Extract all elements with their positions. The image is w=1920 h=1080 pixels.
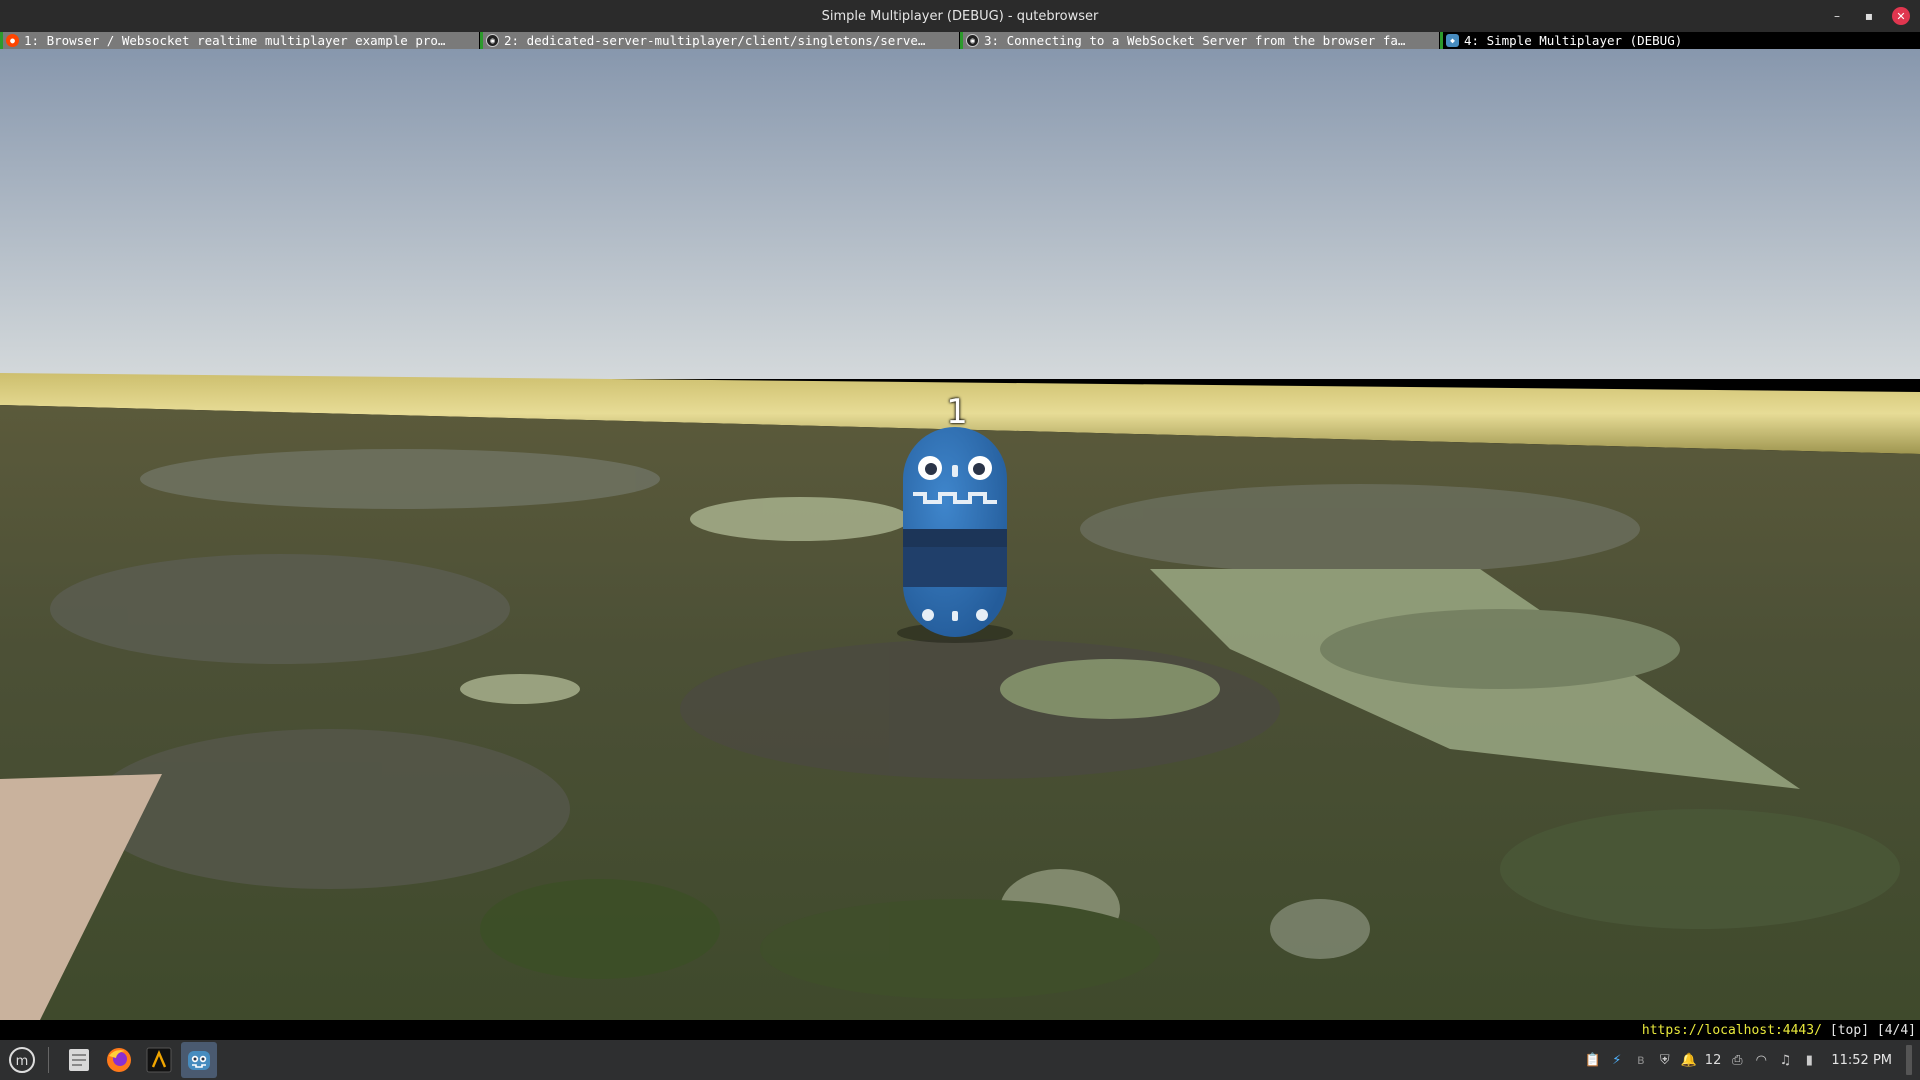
- tab-label: 4: Simple Multiplayer (DEBUG): [1464, 33, 1683, 48]
- wifi-icon[interactable]: ◠: [1753, 1052, 1769, 1068]
- shield-icon[interactable]: ⛨: [1657, 1052, 1673, 1068]
- godot-icon: ◆: [1446, 34, 1459, 47]
- reddit-icon: ●: [6, 34, 19, 47]
- game-viewport[interactable]: 1: [0, 49, 1920, 1020]
- tab-label: 1: Browser / Websocket realtime multipla…: [24, 33, 446, 48]
- menu-icon[interactable]: m: [4, 1042, 40, 1078]
- update-icon[interactable]: ⚡: [1609, 1052, 1625, 1068]
- minimize-button[interactable]: –: [1828, 7, 1846, 25]
- github-icon: ◉: [966, 34, 979, 47]
- firefox-icon[interactable]: [101, 1042, 137, 1078]
- game-scene: [0, 49, 1920, 1020]
- printer-icon[interactable]: ⎙: [1729, 1052, 1745, 1068]
- clock[interactable]: 11:52 PM: [1831, 1053, 1892, 1068]
- player-character: [897, 427, 1013, 643]
- tab-indicator: [480, 32, 483, 49]
- player-name-label: 1: [946, 392, 968, 432]
- status-position: [top] [4/4]: [1829, 1022, 1916, 1038]
- tab-indicator: [1440, 32, 1443, 49]
- system-tray: 📋 ⚡ ʙ ⛨ 🔔 12 ⎙ ◠ ♫ ▮ 11:52 PM: [1585, 1040, 1912, 1080]
- tab-4[interactable]: ◆ 4: Simple Multiplayer (DEBUG): [1440, 32, 1920, 49]
- godot-icon[interactable]: [181, 1042, 217, 1078]
- tab-1[interactable]: ● 1: Browser / Websocket realtime multip…: [0, 32, 480, 49]
- show-desktop-button[interactable]: [1906, 1045, 1912, 1075]
- github-icon: ◉: [486, 34, 499, 47]
- sky: [0, 49, 1920, 379]
- bluetooth-icon[interactable]: ʙ: [1633, 1052, 1649, 1068]
- tab-indicator: [960, 32, 963, 49]
- battery-icon[interactable]: ▮: [1801, 1052, 1817, 1068]
- taskbar: m 📋 ⚡ ʙ ⛨ 🔔 12 ⎙ ◠ ♫ ▮ 11:52 PM: [0, 1040, 1920, 1080]
- terminal-icon[interactable]: [141, 1042, 177, 1078]
- close-button[interactable]: ✕: [1892, 7, 1910, 25]
- window-title: Simple Multiplayer (DEBUG) - qutebrowser: [821, 8, 1099, 24]
- notification-count: 12: [1704, 1052, 1722, 1068]
- svg-text:m: m: [16, 1054, 29, 1069]
- tab-label: 2: dedicated-server-multiplayer/client/s…: [504, 33, 926, 48]
- window-titlebar: Simple Multiplayer (DEBUG) - qutebrowser…: [0, 0, 1920, 32]
- volume-icon[interactable]: ♫: [1777, 1052, 1793, 1068]
- notification-icon[interactable]: 🔔: [1681, 1052, 1697, 1068]
- tab-2[interactable]: ◉ 2: dedicated-server-multiplayer/client…: [480, 32, 960, 49]
- window-controls: – ▪ ✕: [1828, 0, 1910, 32]
- tab-3[interactable]: ◉ 3: Connecting to a WebSocket Server fr…: [960, 32, 1440, 49]
- status-url: https://localhost:4443/: [1641, 1022, 1822, 1038]
- files-icon[interactable]: [61, 1042, 97, 1078]
- tab-indicator: [0, 32, 3, 49]
- taskbar-separator: [48, 1047, 49, 1073]
- maximize-button[interactable]: ▪: [1860, 7, 1878, 25]
- tab-bar: ● 1: Browser / Websocket realtime multip…: [0, 32, 1920, 49]
- clipboard-icon[interactable]: 📋: [1585, 1052, 1601, 1068]
- tab-label: 3: Connecting to a WebSocket Server from…: [984, 33, 1406, 48]
- browser-statusbar: https://localhost:4443/ [top] [4/4]: [0, 1020, 1920, 1040]
